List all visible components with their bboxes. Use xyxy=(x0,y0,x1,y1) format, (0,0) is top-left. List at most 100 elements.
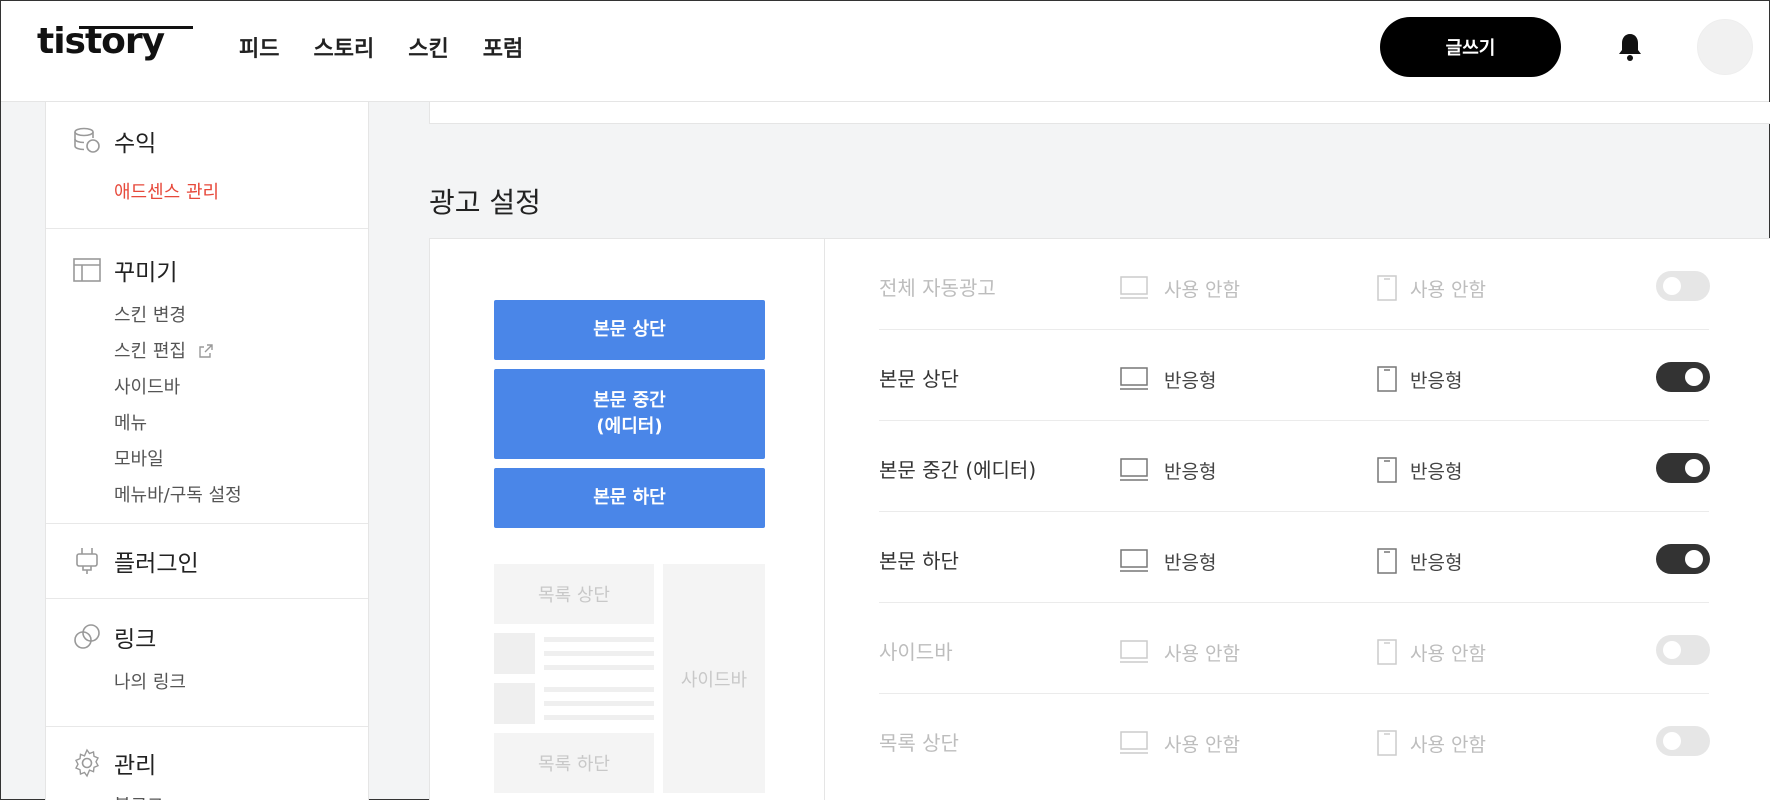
sidebar-item-skin-change[interactable]: 스킨 변경 xyxy=(46,298,368,334)
toggle-knob xyxy=(1663,641,1681,659)
ad-row-mobile-value[interactable]: 사용 안함 xyxy=(1410,639,1486,666)
ad-settings-list: 전체 자동광고 사용 안함 사용 안함 본문 상단 반응형 반응형 본문 중간 … xyxy=(879,239,1710,785)
sidebar-section-revenue: 수익 애드센스 관리 xyxy=(46,102,368,229)
write-button[interactable]: 글쓰기 xyxy=(1380,17,1561,77)
top-header: tistory 피드 스토리 스킨 포럼 글쓰기 xyxy=(1,1,1769,102)
nav-feed[interactable]: 피드 xyxy=(239,31,279,63)
mobile-icon xyxy=(1377,275,1397,301)
main-nav: 피드 스토리 스킨 포럼 xyxy=(239,31,523,63)
preview-line xyxy=(544,687,654,692)
ad-row-list-top: 목록 상단 사용 안함 사용 안함 xyxy=(879,694,1710,785)
mobile-icon xyxy=(1377,548,1397,574)
ad-row-mobile-value[interactable]: 반응형 xyxy=(1410,366,1462,393)
bell-icon[interactable] xyxy=(1616,31,1644,63)
tistory-logo[interactable]: tistory xyxy=(37,21,193,62)
ad-row-pc-value[interactable]: 사용 안함 xyxy=(1164,730,1240,757)
ad-row-name: 본문 하단 xyxy=(879,549,959,573)
sidebar-item-skin-edit-label: 스킨 편집 xyxy=(114,341,186,362)
sidebar-title-plugin[interactable]: 플러그인 xyxy=(114,544,199,578)
toggle-knob xyxy=(1663,277,1681,295)
preview-list-top: 목록 상단 xyxy=(494,564,654,624)
ad-row-name: 목록 상단 xyxy=(879,731,959,755)
nav-forum[interactable]: 포럼 xyxy=(483,31,523,63)
ad-preview: 본문 상단 본문 중간 (에디터) 본문 하단 목록 상단 목록 하단 사이드바 xyxy=(430,239,825,800)
ad-settings-panel: 본문 상단 본문 중간 (에디터) 본문 하단 목록 상단 목록 하단 사이드바… xyxy=(429,238,1770,800)
toggle-knob xyxy=(1685,459,1703,477)
ad-row-toggle[interactable] xyxy=(1656,362,1710,392)
sidebar-item-skin-edit[interactable]: 스킨 편집 xyxy=(46,334,368,370)
ad-row-pc-value[interactable]: 반응형 xyxy=(1164,548,1216,575)
layout-icon xyxy=(73,258,101,282)
mobile-icon xyxy=(1377,366,1397,392)
previous-panel-edge xyxy=(429,102,1770,124)
ad-row-mobile-value[interactable]: 반응형 xyxy=(1410,457,1462,484)
gear-icon xyxy=(75,748,99,778)
preview-body-middle-line2: (에디터) xyxy=(596,416,663,437)
ad-row-toggle[interactable] xyxy=(1656,453,1710,483)
link-icon xyxy=(74,624,100,649)
sidebar-section-plugin: 플러그인 xyxy=(46,524,368,599)
preview-thumb xyxy=(494,633,535,674)
mobile-icon xyxy=(1377,639,1397,665)
monitor-icon xyxy=(1120,276,1148,299)
ad-row-mobile-value[interactable]: 사용 안함 xyxy=(1410,730,1486,757)
sidebar-section-manage: 관리 블로그 xyxy=(46,727,368,800)
preview-body-bottom[interactable]: 본문 하단 xyxy=(494,468,765,528)
sidebar-title-design[interactable]: 꾸미기 xyxy=(114,253,177,287)
sidebar-item-sidebar[interactable]: 사이드바 xyxy=(46,370,368,406)
sidebar-item-menubar[interactable]: 메뉴바/구독 설정 xyxy=(46,478,368,514)
ad-row-mobile-value[interactable]: 반응형 xyxy=(1410,548,1462,575)
preview-body-middle[interactable]: 본문 중간 (에디터) xyxy=(494,369,765,459)
monitor-icon xyxy=(1120,731,1148,754)
sidebar-item-blog[interactable]: 블로그 xyxy=(46,789,368,800)
ad-row-toggle[interactable] xyxy=(1656,271,1710,301)
preview-line xyxy=(544,651,654,656)
logo-bar xyxy=(79,26,193,29)
toggle-knob xyxy=(1685,368,1703,386)
external-link-icon xyxy=(199,344,213,358)
ad-row-name: 본문 중간 (에디터) xyxy=(879,458,1037,482)
preview-body-top[interactable]: 본문 상단 xyxy=(494,300,765,360)
ad-row-body-bottom: 본문 하단 반응형 반응형 xyxy=(879,512,1710,603)
monitor-icon xyxy=(1120,640,1148,663)
page-title: 광고 설정 xyxy=(429,186,541,219)
ad-row-body-top: 본문 상단 반응형 반응형 xyxy=(879,330,1710,421)
sidebar-item-menu[interactable]: 메뉴 xyxy=(46,406,368,442)
ad-row-pc-value[interactable]: 반응형 xyxy=(1164,366,1216,393)
ad-row-sidebar: 사이드바 사용 안함 사용 안함 xyxy=(879,603,1710,694)
monitor-icon xyxy=(1120,549,1148,572)
ad-row-toggle[interactable] xyxy=(1656,726,1710,756)
sidebar-section-link: 링크 나의 링크 xyxy=(46,599,368,727)
ad-row-auto: 전체 자동광고 사용 안함 사용 안함 xyxy=(879,239,1710,330)
toggle-knob xyxy=(1685,550,1703,568)
preview-list-bottom: 목록 하단 xyxy=(494,733,654,793)
ad-row-body-middle: 본문 중간 (에디터) 반응형 반응형 xyxy=(879,421,1710,512)
sidebar-title-revenue[interactable]: 수익 xyxy=(114,124,156,158)
coins-icon xyxy=(74,127,100,153)
ad-row-mobile-value[interactable]: 사용 안함 xyxy=(1410,275,1486,302)
ad-row-name: 전체 자동광고 xyxy=(879,276,996,300)
ad-row-pc-value[interactable]: 사용 안함 xyxy=(1164,639,1240,666)
sidebar-item-mobile[interactable]: 모바일 xyxy=(46,442,368,478)
plug-icon xyxy=(76,548,98,574)
sidebar-title-link[interactable]: 링크 xyxy=(114,620,156,654)
preview-thumb xyxy=(494,683,535,724)
monitor-icon xyxy=(1120,458,1148,481)
ad-row-pc-value[interactable]: 사용 안함 xyxy=(1164,275,1240,302)
avatar[interactable] xyxy=(1697,19,1753,75)
sidebar-item-adsense[interactable]: 애드센스 관리 xyxy=(46,175,368,211)
monitor-icon xyxy=(1120,367,1148,390)
preview-line xyxy=(544,701,654,706)
preview-line xyxy=(544,665,654,670)
ad-row-pc-value[interactable]: 반응형 xyxy=(1164,457,1216,484)
sidebar-item-my-link[interactable]: 나의 링크 xyxy=(46,665,368,701)
nav-skin[interactable]: 스킨 xyxy=(408,31,448,63)
sidebar-title-manage[interactable]: 관리 xyxy=(114,746,156,780)
ad-row-toggle[interactable] xyxy=(1656,635,1710,665)
nav-story[interactable]: 스토리 xyxy=(313,31,374,63)
ad-row-name: 본문 상단 xyxy=(879,367,959,391)
ad-row-toggle[interactable] xyxy=(1656,544,1710,574)
ad-row-name: 사이드바 xyxy=(879,640,953,664)
preview-body-middle-line1: 본문 중간 xyxy=(593,390,666,411)
preview-sidebar: 사이드바 xyxy=(663,564,765,793)
